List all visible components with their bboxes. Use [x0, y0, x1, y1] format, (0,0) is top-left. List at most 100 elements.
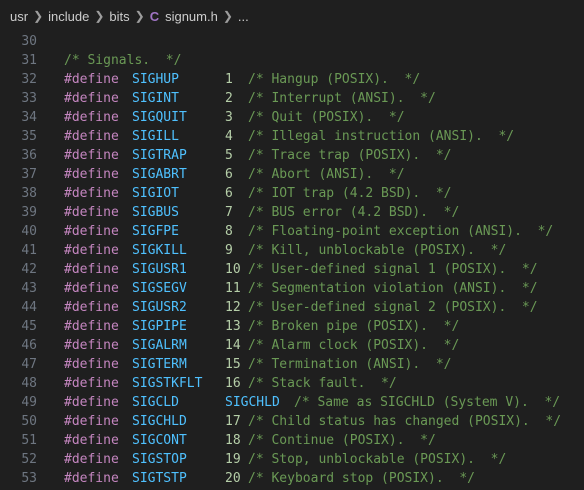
macro-name: SIGTERM	[132, 357, 187, 372]
macro-name: SIGIOT	[132, 186, 179, 201]
code-comment: /* Quit (POSIX). */	[248, 110, 405, 125]
macro-value: 5	[225, 148, 233, 163]
code-comment: /* Broken pipe (POSIX). */	[248, 319, 460, 334]
define-keyword: #define	[64, 395, 119, 410]
macro-value: 20	[225, 471, 241, 486]
chevron-right-icon: ❯	[94, 9, 105, 23]
line-number: 48	[21, 376, 37, 391]
macro-value: 6	[225, 186, 233, 201]
line-number: 52	[21, 452, 37, 467]
macro-name: SIGKILL	[132, 243, 187, 258]
macro-name: SIGINT	[132, 91, 179, 106]
macro-name: SIGABRT	[132, 167, 187, 182]
macro-value: 11	[225, 281, 241, 296]
code-comment: /* Floating-point exception (ANSI). */	[248, 224, 554, 239]
macro-value: 7	[225, 205, 233, 220]
line-number: 37	[21, 167, 37, 182]
macro-name: SIGPIPE	[132, 319, 187, 334]
code-line[interactable]: 47 #define SIGTERM 15 /* Termination (ANSI).…	[0, 355, 584, 374]
code-line[interactable]: 42 #define SIGUSR1 10 /* User-defined signal…	[0, 260, 584, 279]
macro-value: 3	[225, 110, 233, 125]
macro-name: SIGILL	[132, 129, 179, 144]
line-number: 50	[21, 414, 37, 429]
code-line[interactable]: 50 #define SIGCHLD 17 /* Child status has ch…	[0, 412, 584, 431]
macro-name: SIGTRAP	[132, 148, 187, 163]
code-line[interactable]: 44 #define SIGUSR2 12 /* User-defined signal…	[0, 298, 584, 317]
breadcrumb-item-file[interactable]: signum.h	[165, 9, 218, 24]
code-line[interactable]: 39 #define SIGBUS 7 /* BUS error (4.2 BSD). …	[0, 203, 584, 222]
code-line[interactable]: 38 #define SIGIOT 6 /* IOT trap (4.2 BSD). *…	[0, 184, 584, 203]
chevron-right-icon: ❯	[134, 9, 145, 23]
code-comment: /* Stop, unblockable (POSIX). */	[248, 452, 507, 467]
define-keyword: #define	[64, 471, 119, 486]
code-line[interactable]: 49 #define SIGCLD SIGCHLD /* Same as SIGCHLD…	[0, 393, 584, 412]
line-number: 32	[21, 72, 37, 87]
code-line[interactable]: 52 #define SIGSTOP 19 /* Stop, unblockable (…	[0, 450, 584, 469]
define-keyword: #define	[64, 281, 119, 296]
macro-name: SIGCONT	[132, 433, 187, 448]
define-keyword: #define	[64, 243, 119, 258]
breadcrumb: usr ❯ include ❯ bits ❯ C signum.h ❯ ...	[0, 0, 584, 32]
code-line[interactable]: 51 #define SIGCONT 18 /* Continue (POSIX). *…	[0, 431, 584, 450]
code-comment: /* BUS error (4.2 BSD). */	[248, 205, 460, 220]
define-keyword: #define	[64, 205, 119, 220]
code-line[interactable]: 48 #define SIGSTKFLT 16 /* Stack fault. */	[0, 374, 584, 393]
chevron-right-icon: ❯	[33, 9, 44, 23]
code-line[interactable]: 30	[0, 32, 584, 51]
code-line[interactable]: 32 #define SIGHUP 1 /* Hangup (POSIX). */	[0, 70, 584, 89]
macro-name: SIGALRM	[132, 338, 187, 353]
code-editor[interactable]: 30 31/* Signals. */ 32 #define SIGHUP 1 /* Han…	[0, 32, 584, 490]
line-number: 36	[21, 148, 37, 163]
macro-name: SIGCHLD	[132, 414, 187, 429]
macro-value: 8	[225, 224, 233, 239]
macro-name: SIGUSR1	[132, 262, 187, 277]
code-line[interactable]: 33 #define SIGINT 2 /* Interrupt (ANSI). */	[0, 89, 584, 108]
code-comment: /* Stack fault. */	[248, 376, 397, 391]
code-line[interactable]: 41 #define SIGKILL 9 /* Kill, unblockable (P…	[0, 241, 584, 260]
define-keyword: #define	[64, 376, 119, 391]
code-line[interactable]: 37 #define SIGABRT 6 /* Abort (ANSI). */	[0, 165, 584, 184]
line-number: 43	[21, 281, 37, 296]
macro-value: 1	[225, 72, 233, 87]
macro-value: 4	[225, 129, 233, 144]
code-comment: /* Continue (POSIX). */	[248, 433, 436, 448]
code-line[interactable]: 43 #define SIGSEGV 11 /* Segmentation violat…	[0, 279, 584, 298]
line-number: 46	[21, 338, 37, 353]
breadcrumb-item-bits[interactable]: bits	[109, 9, 129, 24]
define-keyword: #define	[64, 414, 119, 429]
macro-value: 19	[225, 452, 241, 467]
macro-name: SIGFPE	[132, 224, 179, 239]
line-number: 39	[21, 205, 37, 220]
define-keyword: #define	[64, 72, 119, 87]
define-keyword: #define	[64, 91, 119, 106]
code-line[interactable]: 46 #define SIGALRM 14 /* Alarm clock (POSIX)…	[0, 336, 584, 355]
code-comment: /* Hangup (POSIX). */	[248, 72, 421, 87]
code-line[interactable]: 36 #define SIGTRAP 5 /* Trace trap (POSIX). …	[0, 146, 584, 165]
breadcrumb-item-include[interactable]: include	[48, 9, 89, 24]
line-number: 30	[21, 34, 37, 49]
macro-name: SIGHUP	[132, 72, 179, 87]
macro-value: SIGCHLD	[225, 395, 280, 410]
line-number: 40	[21, 224, 37, 239]
macro-value: 10	[225, 262, 241, 277]
code-comment: /* Termination (ANSI). */	[248, 357, 452, 372]
breadcrumb-item-usr[interactable]: usr	[10, 9, 28, 24]
define-keyword: #define	[64, 433, 119, 448]
code-line[interactable]: 45 #define SIGPIPE 13 /* Broken pipe (POSIX)…	[0, 317, 584, 336]
code-comment: /* IOT trap (4.2 BSD). */	[248, 186, 452, 201]
code-comment: /* Kill, unblockable (POSIX). */	[248, 243, 507, 258]
macro-value: 12	[225, 300, 241, 315]
line-number: 42	[21, 262, 37, 277]
code-comment: /* Illegal instruction (ANSI). */	[248, 129, 515, 144]
code-line[interactable]: 35 #define SIGILL 4 /* Illegal instruction (…	[0, 127, 584, 146]
code-line[interactable]: 34 #define SIGQUIT 3 /* Quit (POSIX). */	[0, 108, 584, 127]
code-line[interactable]: 31 /* Signals. */	[0, 51, 584, 70]
code-line[interactable]: 40 #define SIGFPE 8 /* Floating-point except…	[0, 222, 584, 241]
define-keyword: #define	[64, 357, 119, 372]
line-number: 45	[21, 319, 37, 334]
macro-value: 17	[225, 414, 241, 429]
line-number: 35	[21, 129, 37, 144]
code-line[interactable]: 53 #define SIGTSTP 20 /* Keyboard stop (POSI…	[0, 469, 584, 488]
macro-name: SIGSEGV	[132, 281, 187, 296]
breadcrumb-item-symbols[interactable]: ...	[238, 9, 249, 24]
